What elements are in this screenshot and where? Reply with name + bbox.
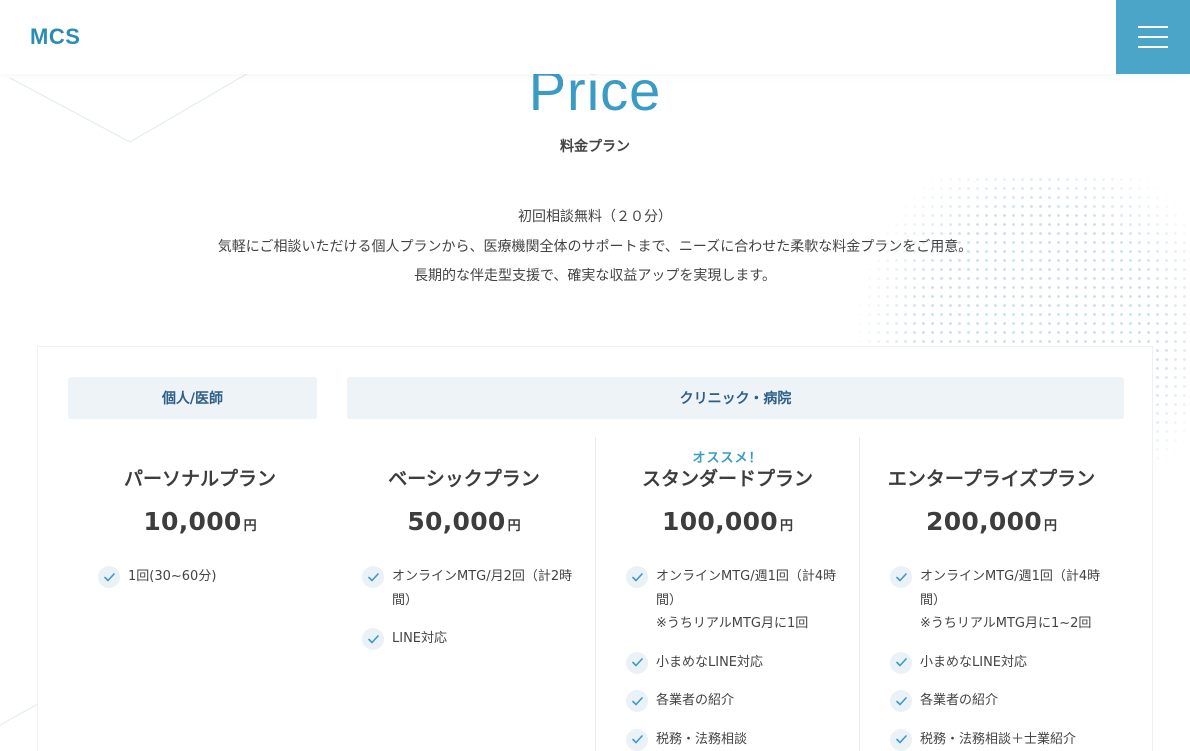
category-clinic: クリニック・病院	[347, 377, 1124, 419]
section-title-ja: 料金プラン	[560, 139, 630, 155]
plan-price: 100,000 円	[596, 507, 859, 536]
intro-line: 初回相談無料（２０分）	[518, 209, 672, 225]
feature-text: 小まめなLINE対応	[920, 654, 1028, 670]
pricing-card: 個人/医師 クリニック・病院 パーソナルプラン 10,000 円 1回(30~60分)…	[37, 346, 1153, 751]
price-unit: 円	[243, 519, 257, 534]
feature-text: 各業者の紹介	[920, 693, 999, 708]
feature-text: 税務・法務相談	[656, 731, 748, 747]
check-icon	[362, 628, 384, 650]
feature-text: 税務・法務相談＋士業紹介	[920, 731, 1077, 747]
plan-name: スタンダードプラン	[641, 468, 813, 490]
check-icon	[890, 690, 912, 712]
feature-item: 各業者の紹介	[890, 689, 1110, 713]
feature-item: 各業者の紹介	[626, 689, 846, 713]
feature-item: オンラインMTG/月2回（計2時間）	[362, 565, 582, 612]
plan-basic: ベーシックプラン 50,000 円オンラインMTG/月2回（計2時間） LINE対応	[332, 437, 596, 751]
intro-line: 気軽にご相談いただける個人プランから、医療機関全体のサポートまで、ニーズに合わせ…	[217, 238, 973, 255]
check-icon	[626, 651, 648, 674]
price-value: 10,000	[143, 507, 242, 536]
feature-list: オンラインMTG/週1回（計4時間） ※うちリアルMTG月に1~2回小まめなLIN…	[890, 565, 1110, 751]
category-personal: 個人/医師	[68, 377, 317, 419]
plan-name: エンタープライズプラン	[887, 468, 1096, 490]
section-intro: 初回相談無料（２０分） 気軽にご相談いただける個人プランから、医療機関全体のサポ…	[0, 203, 1190, 292]
check-icon	[890, 651, 912, 674]
check-icon	[626, 728, 648, 751]
hamburger-menu-button[interactable]	[1116, 0, 1190, 74]
feature-list: オンラインMTG/週1回（計4時間） ※うちリアルMTG月に1回小まめなLINE対…	[626, 565, 846, 751]
feature-text: 各業者の紹介	[656, 693, 735, 708]
check-icon	[98, 566, 120, 588]
check-icon	[626, 566, 648, 588]
price-unit: 円	[507, 519, 521, 534]
feature-item: LINE対応	[362, 627, 582, 651]
check-icon	[362, 566, 384, 588]
feature-text: 1回(30~60分)	[128, 569, 217, 584]
feature-item: オンラインMTG/週1回（計4時間） ※うちリアルMTG月に1回	[626, 565, 846, 636]
plan-name: パーソナルプラン	[123, 468, 276, 490]
price-unit: 円	[779, 519, 793, 534]
intro-line: 長期的な伴走型支援で、確実な収益アップを実現します。	[413, 268, 777, 284]
check-icon	[890, 566, 912, 588]
price-value: 50,000	[407, 507, 506, 536]
feature-text: オンラインMTG/週1回（計4時間） ※うちリアルMTG月に1~2回	[920, 569, 1101, 631]
feature-item: オンラインMTG/週1回（計4時間） ※うちリアルMTG月に1~2回	[890, 565, 1110, 636]
hamburger-menu-icon-line	[1138, 36, 1168, 38]
feature-list: オンラインMTG/月2回（計2時間） LINE対応	[362, 565, 582, 666]
plan-price: 10,000 円	[68, 507, 332, 536]
hamburger-menu-icon-line	[1138, 46, 1168, 48]
feature-item: 1回(30~60分)	[98, 565, 318, 589]
feature-list: 1回(30~60分)	[98, 565, 318, 604]
plan-name: ベーシックプラン	[388, 468, 540, 490]
plan-enterprise: エンタープライズプラン 200,000 円オンラインMTG/週1回（計4時間） ※うち…	[859, 437, 1123, 751]
feature-item: 小まめなLINE対応	[626, 651, 846, 675]
site-header: MCS	[0, 0, 1190, 74]
feature-item: 税務・法務相談＋士業紹介	[890, 728, 1110, 751]
price-value: 200,000	[926, 507, 1042, 536]
price-value: 100,000	[662, 507, 778, 536]
feature-item: 税務・法務相談	[626, 728, 846, 751]
feature-text: オンラインMTG/月2回（計2時間）	[392, 569, 573, 608]
plan-standard: オススメ！ スタンダードプラン 100,000 円オンラインMTG/週1回（計4時間）…	[595, 437, 859, 751]
check-icon	[626, 690, 648, 712]
feature-text: 小まめなLINE対応	[656, 654, 764, 670]
price-unit: 円	[1043, 519, 1057, 534]
feature-item: 小まめなLINE対応	[890, 651, 1110, 675]
feature-text: オンラインMTG/週1回（計4時間） ※うちリアルMTG月に1回	[656, 569, 837, 631]
site-logo[interactable]: MCS	[30, 24, 80, 50]
check-icon	[890, 728, 912, 751]
feature-text: LINE対応	[392, 631, 448, 646]
plan-price: 50,000 円	[332, 507, 596, 536]
plan-price: 200,000 円	[860, 507, 1123, 536]
hamburger-menu-icon	[1138, 26, 1168, 28]
plan-personal: パーソナルプラン 10,000 円 1回(30~60分)	[68, 437, 332, 751]
